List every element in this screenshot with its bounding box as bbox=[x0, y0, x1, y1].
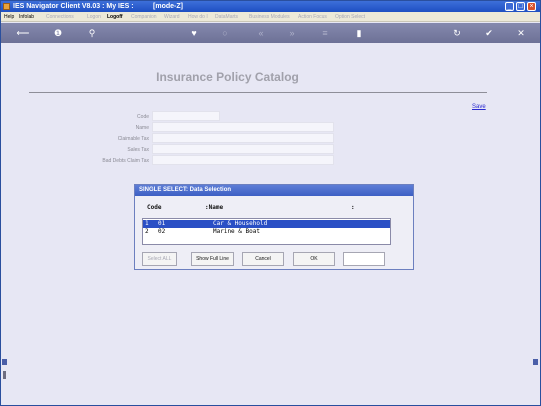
toolbar: ⟵ ❶ ⚲ ♥ ○ « » ≡ ▮ ↻ ✔ ✕ bbox=[1, 23, 540, 43]
search-icon[interactable]: ⚲ bbox=[84, 23, 100, 43]
list-icon[interactable]: ≡ bbox=[317, 23, 333, 43]
menu-logon[interactable]: Logon bbox=[87, 12, 101, 22]
circle-icon[interactable]: ○ bbox=[217, 23, 233, 43]
check-icon[interactable]: ✔ bbox=[481, 23, 497, 43]
list-item[interactable]: 2 02 Marine & Boat bbox=[143, 228, 390, 236]
field-label-bad-debts-claim-tax: Bad Debts Claim Tax bbox=[102, 158, 149, 164]
data-selection-dialog: SINGLE SELECT: Data Selection Code :Name… bbox=[134, 184, 414, 270]
title-bar[interactable]: IES Navigator Client V8.03 : My IES : [m… bbox=[1, 1, 540, 12]
document-icon[interactable]: ▮ bbox=[351, 23, 367, 43]
ok-button[interactable]: OK bbox=[293, 252, 335, 266]
menu-datamarts[interactable]: DataMarts bbox=[215, 12, 238, 22]
column-header-code: Code bbox=[147, 204, 162, 211]
menu-companion[interactable]: Companion bbox=[131, 12, 157, 22]
select-all-button[interactable]: Select ALL bbox=[142, 252, 177, 266]
field-label-code: Code bbox=[137, 114, 149, 120]
field-label-claimable-tax: Claimable Tax bbox=[117, 136, 149, 142]
row-code: 01 bbox=[158, 220, 166, 227]
menu-help[interactable]: Help bbox=[4, 12, 14, 22]
menu-bar: Help Infolab Connections Logon Logoff Co… bbox=[1, 12, 540, 22]
close-window-icon[interactable]: × bbox=[527, 2, 536, 11]
show-full-line-button[interactable]: Show Full Line bbox=[191, 252, 234, 266]
list-item[interactable]: 1 01 Car & Household bbox=[143, 220, 390, 228]
app-window: IES Navigator Client V8.03 : My IES : [m… bbox=[0, 0, 541, 406]
forward-icon[interactable]: » bbox=[284, 23, 300, 43]
selection-list[interactable]: 1 01 Car & Household 2 02 Marine & Boat bbox=[142, 218, 391, 245]
menu-action-focus[interactable]: Action Focus bbox=[298, 12, 327, 22]
page-title: Insurance Policy Catalog bbox=[156, 70, 299, 84]
menu-how-do-i[interactable]: How do I bbox=[188, 12, 208, 22]
menu-wizard[interactable]: Wizard bbox=[164, 12, 180, 22]
left-panel-icon[interactable] bbox=[2, 359, 7, 365]
menu-option-select[interactable]: Option Select bbox=[335, 12, 365, 22]
column-header-separator: : bbox=[351, 204, 355, 211]
left-panel-handle-icon[interactable] bbox=[3, 371, 6, 379]
title-divider bbox=[29, 92, 487, 93]
bad-debts-claim-tax-field[interactable] bbox=[152, 155, 334, 165]
field-label-name: Name bbox=[135, 125, 149, 131]
sales-tax-field[interactable] bbox=[152, 144, 334, 154]
dialog-search-input[interactable] bbox=[343, 252, 385, 266]
right-panel-icon[interactable] bbox=[533, 359, 538, 365]
field-label-sales-tax: Sales Tax bbox=[127, 147, 149, 153]
claimable-tax-field[interactable] bbox=[152, 133, 334, 143]
menu-connections[interactable]: Connections bbox=[46, 12, 74, 22]
code-field[interactable] bbox=[152, 111, 220, 121]
row-number: 2 bbox=[145, 228, 149, 235]
heart-icon[interactable]: ♥ bbox=[186, 23, 202, 43]
save-link[interactable]: Save bbox=[472, 104, 486, 110]
info-icon[interactable]: ❶ bbox=[50, 23, 66, 43]
row-name: Marine & Boat bbox=[213, 228, 260, 235]
refresh-icon[interactable]: ↻ bbox=[449, 23, 465, 43]
minimize-icon[interactable]: _ bbox=[505, 2, 514, 11]
dialog-title[interactable]: SINGLE SELECT: Data Selection bbox=[135, 185, 413, 196]
name-field[interactable] bbox=[152, 122, 334, 132]
cancel-button[interactable]: Cancel bbox=[242, 252, 284, 266]
app-icon bbox=[3, 3, 10, 10]
window-title: IES Navigator Client V8.03 : My IES : [m… bbox=[13, 3, 183, 10]
maximize-icon[interactable]: □ bbox=[516, 2, 525, 11]
row-name: Car & Household bbox=[213, 220, 268, 227]
menu-business-modules[interactable]: Business Modules bbox=[249, 12, 290, 22]
rewind-icon[interactable]: « bbox=[253, 23, 269, 43]
close-icon[interactable]: ✕ bbox=[513, 23, 529, 43]
row-code: 02 bbox=[158, 228, 166, 235]
menu-logoff[interactable]: Logoff bbox=[107, 12, 123, 22]
menu-infolab[interactable]: Infolab bbox=[19, 12, 34, 22]
column-header-name: :Name bbox=[205, 204, 224, 211]
row-number: 1 bbox=[145, 220, 149, 227]
back-icon[interactable]: ⟵ bbox=[13, 23, 33, 43]
